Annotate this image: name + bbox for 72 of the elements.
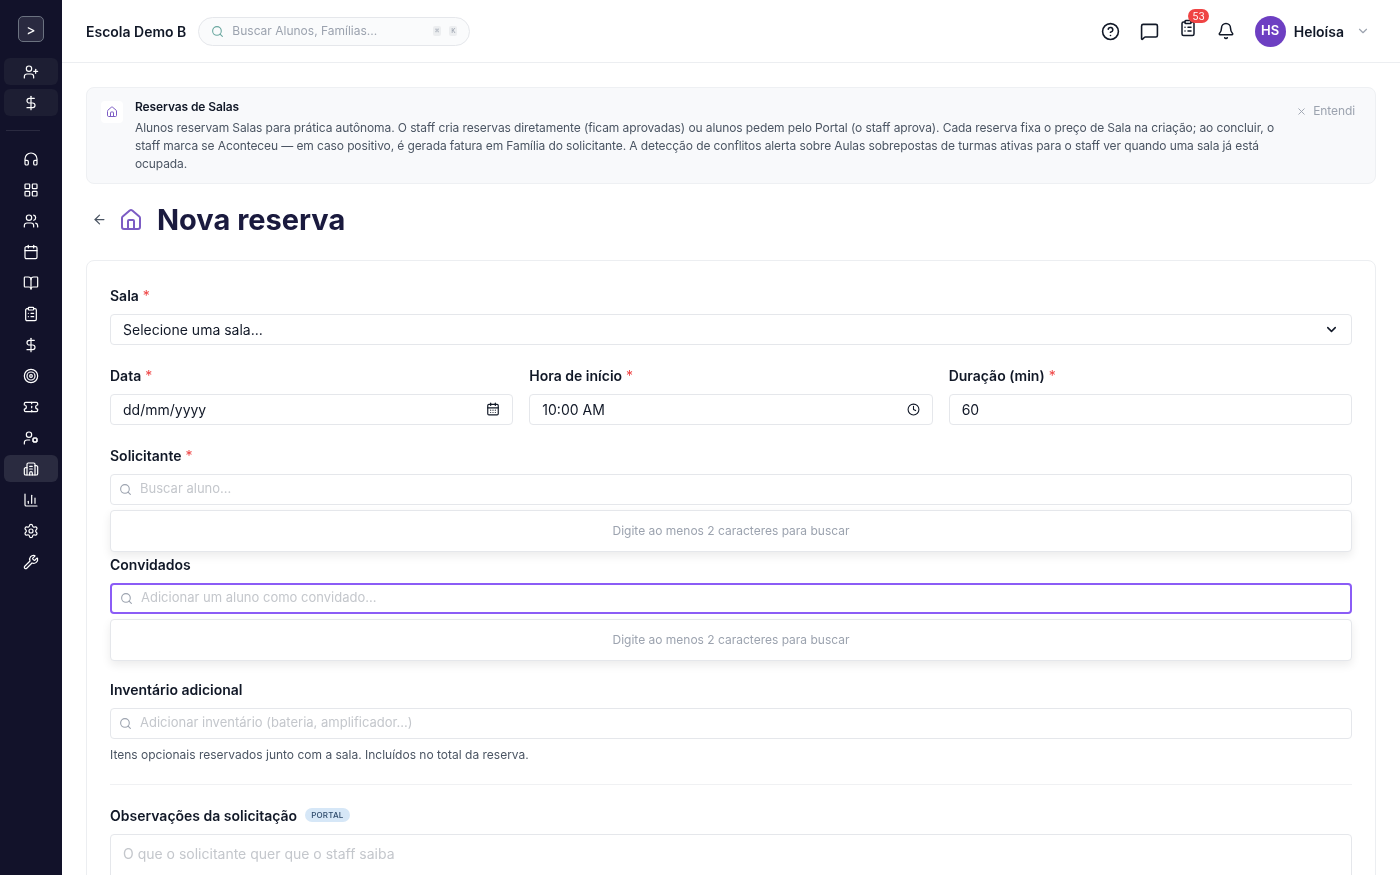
- field-label: Inventário adicional: [110, 679, 243, 700]
- users-icon: [23, 212, 39, 229]
- search-icon: [120, 591, 133, 605]
- avatar: HS: [1254, 15, 1286, 47]
- banner-title: Reservas de Salas: [135, 98, 241, 116]
- required-mark: *: [185, 445, 193, 466]
- field-label: Hora de início: [529, 365, 623, 386]
- page-title: Nova reserva: [157, 201, 346, 239]
- search-field[interactable]: Adicionar um aluno como convidado...: [110, 582, 1352, 614]
- building-icon: [23, 460, 39, 477]
- portal-tag: PORTAL: [305, 808, 350, 822]
- settings-icon: [23, 522, 39, 539]
- search-icon: [119, 716, 132, 730]
- field-label: Solicitante: [110, 445, 182, 466]
- date-field[interactable]: dd/mm/yyyy: [110, 393, 514, 425]
- field-label: Convidados: [110, 554, 191, 575]
- messages-button[interactable]: [1139, 21, 1159, 41]
- banner-text: Alunos reservam Salas para prática autônoma. O staff cria reservas diretamente (ficam aprovadas) ou alunos pedem pelo Portal (o staff aprova). Cada reserva fixa o preço de Sala na criação; ao concluir, o staff marca se Aconteceu — em caso positivo, é gerada fatura em Família do solicitante. A detecção de conflitos alerta sobre Aulas sobrepostas de turmas ativas para o staff ver quando uma sala já está ocupada.: [135, 119, 1276, 173]
- search-input[interactable]: Buscar aluno...: [140, 479, 1343, 499]
- bell-icon: [1216, 22, 1235, 40]
- help-text: Itens opcionais reservados junto com a sala. Incluídos no total da reserva.: [110, 745, 530, 764]
- sidebar-item[interactable]: [4, 89, 58, 116]
- bar-chart-icon: [23, 491, 39, 508]
- required-mark: *: [145, 365, 153, 386]
- grid-icon: [23, 181, 39, 198]
- required-mark: *: [626, 365, 634, 386]
- target-icon: [23, 367, 39, 384]
- help-button[interactable]: [1100, 21, 1120, 41]
- tasks-button[interactable]: [1178, 19, 1197, 37]
- clipboard-icon: [1178, 19, 1197, 37]
- search-input[interactable]: Buscar Alunos, Famílias...: [232, 22, 425, 40]
- field-label: Duração (min): [948, 365, 1045, 386]
- count-badge: 53: [1188, 9, 1209, 23]
- field-label: Observações da solicitação: [110, 805, 298, 826]
- notifications-button[interactable]: [1216, 22, 1235, 40]
- book-icon: [23, 274, 39, 291]
- room-select[interactable]: Selecione uma sala...: [110, 313, 1352, 345]
- sidebar-toggle[interactable]: >: [18, 16, 44, 42]
- back-button[interactable]: [92, 212, 107, 228]
- clipboard-icon: [23, 305, 39, 322]
- user-gear-icon: [23, 429, 39, 446]
- user-name: Heloísa: [1293, 21, 1344, 42]
- search-icon: [119, 482, 132, 496]
- required-mark: *: [142, 285, 150, 306]
- dollar-icon: [23, 336, 39, 353]
- field-label: Data: [110, 365, 142, 386]
- required-mark: *: [1048, 365, 1056, 386]
- search-icon: [211, 24, 225, 38]
- sidebar-item[interactable]: [4, 455, 58, 482]
- dollar-icon: [23, 94, 39, 111]
- clock-icon: [906, 402, 920, 416]
- headset-icon: [23, 150, 39, 167]
- search-input[interactable]: Adicionar um aluno como convidado...: [141, 588, 1342, 608]
- time-field[interactable]: 10:00 AM: [529, 393, 933, 425]
- house-icon: [119, 207, 143, 232]
- house-icon: [106, 106, 118, 118]
- close-icon: [1296, 105, 1308, 117]
- search-input[interactable]: Adicionar inventário (bateria, amplificador...): [140, 713, 1343, 733]
- user-plus-icon: [23, 63, 39, 80]
- sidebar-item[interactable]: [4, 58, 58, 85]
- search-hint: Digite ao menos 2 caracteres para buscar: [612, 521, 850, 540]
- search-hint: Digite ao menos 2 caracteres para buscar: [612, 630, 850, 649]
- help-icon: [1100, 21, 1120, 41]
- calendar-icon: [486, 402, 501, 416]
- notes-textarea[interactable]: O que o solicitante quer que o staff saiba: [110, 833, 1352, 875]
- chat-bubble-icon: [1139, 21, 1159, 41]
- school-name: Escola Demo B: [86, 21, 187, 42]
- wrench-icon: [23, 553, 39, 570]
- duration-field[interactable]: 60: [948, 393, 1352, 425]
- user-menu[interactable]: HS Heloísa: [1254, 15, 1370, 47]
- field-label: Sala: [110, 285, 139, 306]
- calendar-icon: [23, 243, 39, 260]
